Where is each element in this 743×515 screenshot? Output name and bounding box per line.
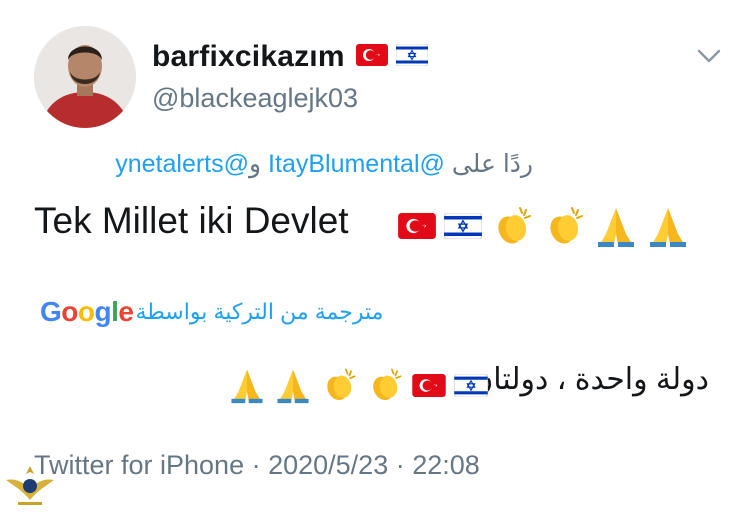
tweet-source-link[interactable]: Twitter for iPhone	[34, 450, 244, 480]
mention-link-itayblumental[interactable]: @ItayBlumental	[268, 150, 445, 178]
tweet-meta: Twitter for iPhone · 2020/5/23 · 22:08	[34, 450, 480, 481]
chevron-down-icon[interactable]	[696, 46, 722, 66]
israel-flag-icon	[395, 43, 429, 67]
clapping-hands-icon	[366, 366, 404, 404]
folded-hands-icon	[646, 204, 690, 248]
translation-emojis	[228, 366, 489, 404]
clapping-hands-icon	[542, 204, 586, 248]
meta-separator: ·	[244, 450, 269, 480]
israel-flag-icon	[453, 372, 489, 398]
translated-by-google-link[interactable]: مترجمة من التركية بواسطة Google	[40, 296, 383, 328]
replying-to-joiner: و	[249, 150, 262, 178]
turkey-flag-icon	[398, 213, 436, 239]
user-handle[interactable]: @blackeaglejk03	[152, 83, 358, 114]
display-name[interactable]: barfixcikazım	[152, 40, 345, 74]
translated-by-label: مترجمة من التركية بواسطة	[135, 299, 384, 324]
tweet-date[interactable]: 2020/5/23	[268, 450, 388, 480]
meta-separator: ·	[388, 450, 413, 480]
turkey-flag-icon	[356, 44, 388, 66]
avatar[interactable]	[34, 26, 136, 128]
replying-to-prefix: ردًا على	[451, 150, 533, 178]
folded-hands-icon	[594, 204, 638, 248]
translation-text: دولة واحدة ، دولتان	[471, 363, 709, 396]
name-flags	[356, 43, 429, 67]
clapping-hands-icon	[490, 204, 534, 248]
tweet-emojis	[398, 204, 690, 248]
mention-link-ynetalerts[interactable]: @ynetalerts	[115, 150, 249, 178]
folded-hands-icon	[274, 366, 312, 404]
israel-flag-icon	[443, 212, 483, 240]
google-logo: Google	[40, 296, 134, 327]
folded-hands-icon	[228, 366, 266, 404]
turkey-flag-icon	[412, 373, 446, 397]
eagle-emblem-icon	[4, 460, 56, 510]
tweet-time[interactable]: 22:08	[412, 450, 480, 480]
clapping-hands-icon	[320, 366, 358, 404]
replying-to: ردًا على @ItayBlumental و@ynetalerts	[115, 149, 533, 179]
tweet-text: Tek Millet iki Devlet	[34, 200, 349, 241]
